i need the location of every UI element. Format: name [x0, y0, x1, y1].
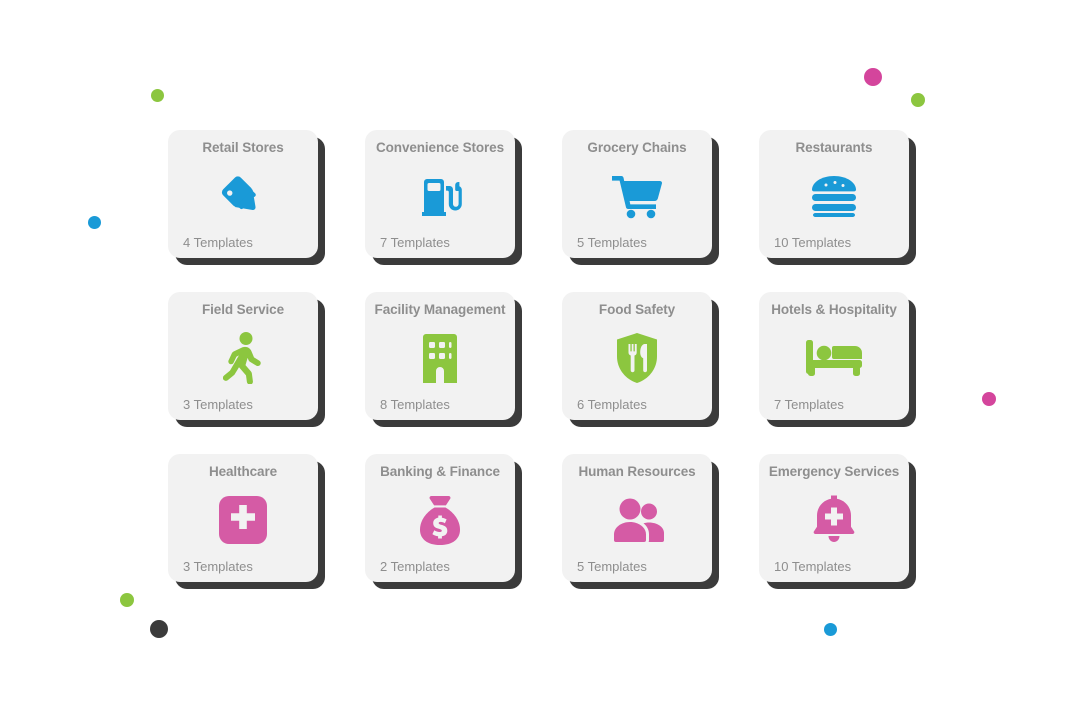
category-card[interactable]: Food Safety 6 Templates: [562, 292, 712, 420]
category-card-template-count: 3 Templates: [183, 397, 253, 412]
category-card-title: Field Service: [202, 302, 284, 317]
dot-dark-bottom-left: [150, 620, 168, 638]
alarm-bell-icon: [765, 480, 903, 559]
category-card-template-count: 2 Templates: [380, 559, 450, 574]
category-card[interactable]: Field Service 3 Templates: [168, 292, 318, 420]
bed-icon: [765, 318, 903, 397]
category-card-template-count: 7 Templates: [774, 397, 844, 412]
hamburger-icon: [765, 156, 903, 235]
office-building-icon: [371, 318, 509, 397]
category-card-template-count: 10 Templates: [774, 235, 852, 250]
dot-green-top-left: [151, 89, 164, 102]
category-card[interactable]: Healthcare 3 Templates: [168, 454, 318, 582]
category-card-template-count: 5 Templates: [577, 559, 647, 574]
category-card-template-count: 5 Templates: [577, 235, 647, 250]
money-bag-icon: [371, 480, 509, 559]
dot-blue-bottom-right: [824, 623, 837, 636]
people-group-icon: [568, 480, 706, 559]
shield-utensils-icon: [568, 318, 706, 397]
shopping-cart-icon: [568, 156, 706, 235]
category-card-title: Facility Management: [374, 302, 506, 317]
category-card[interactable]: Grocery Chains 5 Templates: [562, 130, 712, 258]
dot-pink-top-right: [864, 68, 882, 86]
category-card-template-count: 7 Templates: [380, 235, 450, 250]
category-card[interactable]: Restaurants 10 Templates: [759, 130, 909, 258]
category-card-title: Emergency Services: [768, 464, 900, 479]
price-tag-icon: [174, 156, 312, 235]
category-card[interactable]: Retail Stores 4 Templates: [168, 130, 318, 258]
category-card-title: Grocery Chains: [587, 140, 687, 155]
category-card-title: Healthcare: [208, 464, 278, 479]
category-card-title: Banking & Finance: [380, 464, 500, 479]
category-card-title: Convenience Stores: [376, 140, 504, 155]
dot-pink-right: [982, 392, 996, 406]
category-card[interactable]: Human Resources 5 Templates: [562, 454, 712, 582]
category-card[interactable]: Hotels & Hospitality 7 Templates: [759, 292, 909, 420]
dot-green-top-far-right: [911, 93, 925, 107]
medical-cross-icon: [174, 480, 312, 559]
category-card-grid: Retail Stores 4 Templates Convenience Stor…: [168, 130, 928, 582]
dot-blue-left: [88, 216, 101, 229]
fuel-pump-icon: [371, 156, 509, 235]
category-card-template-count: 6 Templates: [577, 397, 647, 412]
walking-person-icon: [174, 318, 312, 397]
category-card-title: Hotels & Hospitality: [771, 302, 897, 317]
category-card[interactable]: Facility Management 8 Templates: [365, 292, 515, 420]
category-card-template-count: 4 Templates: [183, 235, 253, 250]
dot-green-bottom-left: [120, 593, 134, 607]
category-card-title: Retail Stores: [202, 140, 284, 155]
industry-template-gallery: Retail Stores 4 Templates Convenience Stor…: [0, 0, 1084, 723]
category-card-title: Human Resources: [578, 464, 696, 479]
category-card-title: Restaurants: [795, 140, 873, 155]
category-card-template-count: 3 Templates: [183, 559, 253, 574]
category-card[interactable]: Convenience Stores 7 Templates: [365, 130, 515, 258]
category-card-title: Food Safety: [598, 302, 676, 317]
category-card-template-count: 8 Templates: [380, 397, 450, 412]
category-card[interactable]: Banking & Finance 2 Templates: [365, 454, 515, 582]
category-card[interactable]: Emergency Services 10 Templates: [759, 454, 909, 582]
category-card-template-count: 10 Templates: [774, 559, 852, 574]
